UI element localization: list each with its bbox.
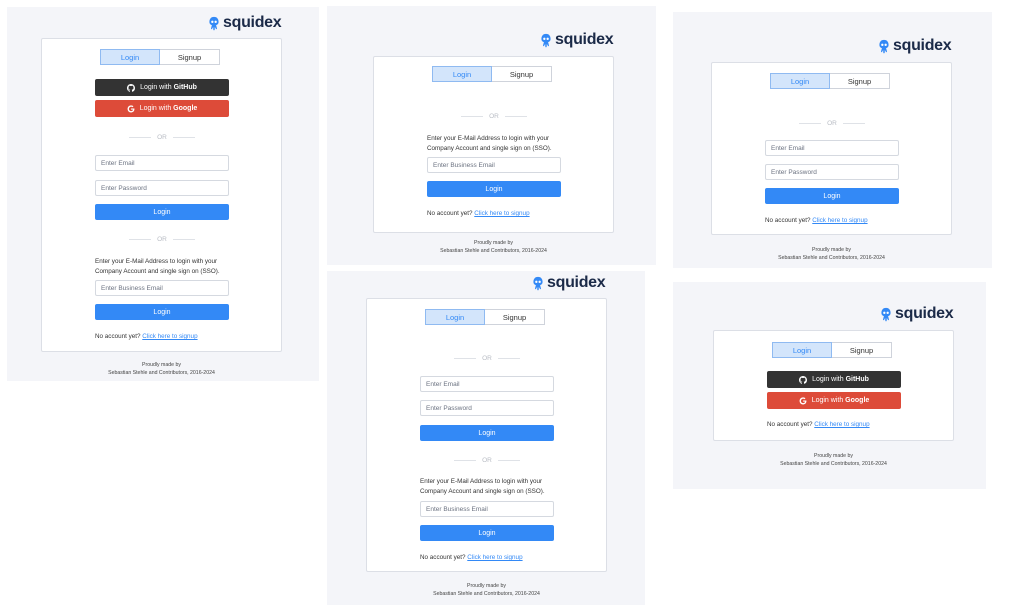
auth-tabs: Login Signup	[770, 73, 890, 89]
business-email-input[interactable]: Enter Business Email	[95, 280, 229, 296]
auth-tabs: Login Signup	[425, 309, 545, 325]
google-login-button[interactable]: Login with Google	[95, 100, 229, 117]
squid-logo-icon	[208, 16, 220, 31]
sso-login-button[interactable]: Login	[95, 304, 229, 320]
signup-link[interactable]: Click here to signup	[812, 217, 867, 224]
panel-full-login: squidex Login Signup Login with GitHub L…	[7, 7, 319, 381]
login-card: Login Signup OR Enter Email Enter Passwo…	[366, 298, 607, 572]
tab-signup[interactable]: Signup	[160, 49, 220, 65]
sso-login-button[interactable]: Login	[427, 181, 561, 197]
footer: Proudly made by Sebastian Stehle and Con…	[440, 240, 547, 254]
squid-logo-icon	[540, 33, 552, 48]
tab-signup[interactable]: Signup	[832, 342, 892, 358]
signup-link[interactable]: Click here to signup	[814, 421, 869, 428]
email-input[interactable]: Enter Email	[420, 376, 554, 392]
signup-prompt: No account yet? Click here to signup	[95, 333, 198, 340]
login-button[interactable]: Login	[765, 188, 899, 204]
squidex-logo: squidex	[878, 37, 952, 54]
footer: Proudly made by Sebastian Stehle and Con…	[433, 583, 540, 597]
tab-login[interactable]: Login	[770, 73, 830, 89]
or-divider: OR	[95, 133, 229, 141]
logo-text: squidex	[893, 37, 952, 54]
logo-text: squidex	[555, 31, 614, 48]
tab-login[interactable]: Login	[100, 49, 160, 65]
email-input[interactable]: Enter Email	[95, 155, 229, 171]
panel-password-sso-login: squidex Login Signup OR Enter Email Ente…	[327, 271, 645, 605]
or-divider: OR	[420, 456, 554, 464]
footer: Proudly made by Sebastian Stehle and Con…	[778, 247, 885, 261]
login-card: Login Signup Login with GitHub Login wit…	[713, 330, 954, 441]
footer: Proudly made by Sebastian Stehle and Con…	[780, 453, 887, 467]
panel-sso-login: squidex Login Signup OR Enter your E-Mai…	[327, 6, 656, 265]
sso-instructions: Enter your E-Mail Address to login with …	[420, 478, 545, 495]
password-input[interactable]: Enter Password	[420, 400, 554, 416]
squidex-logo: squidex	[208, 14, 282, 31]
or-divider: OR	[427, 112, 561, 120]
squid-logo-icon	[878, 39, 890, 54]
logo-text: squidex	[547, 274, 606, 291]
signup-link[interactable]: Click here to signup	[474, 210, 529, 217]
squid-logo-icon	[880, 307, 892, 322]
github-icon	[127, 84, 135, 92]
password-input[interactable]: Enter Password	[765, 164, 899, 180]
tab-signup[interactable]: Signup	[492, 66, 552, 82]
google-icon	[799, 397, 807, 405]
tab-login[interactable]: Login	[432, 66, 492, 82]
sso-login-button[interactable]: Login	[420, 525, 554, 541]
github-icon	[799, 376, 807, 384]
signup-prompt: No account yet? Click here to signup	[765, 217, 868, 224]
signup-prompt: No account yet? Click here to signup	[767, 421, 870, 428]
signup-prompt: No account yet? Click here to signup	[427, 210, 530, 217]
tab-signup[interactable]: Signup	[485, 309, 545, 325]
login-button[interactable]: Login	[95, 204, 229, 220]
google-icon	[127, 105, 135, 113]
login-card: Login Signup Login with GitHub Login wit…	[41, 38, 282, 352]
password-input[interactable]: Enter Password	[95, 180, 229, 196]
auth-tabs: Login Signup	[100, 49, 220, 65]
signup-link[interactable]: Click here to signup	[467, 554, 522, 561]
logo-text: squidex	[223, 14, 282, 31]
logo-text: squidex	[895, 305, 954, 322]
auth-tabs: Login Signup	[432, 66, 552, 82]
footer: Proudly made by Sebastian Stehle and Con…	[108, 362, 215, 376]
squidex-logo: squidex	[880, 305, 954, 322]
or-divider: OR	[765, 119, 899, 127]
auth-tabs: Login Signup	[772, 342, 892, 358]
login-card: Login Signup OR Enter Email Enter Passwo…	[711, 62, 952, 235]
signup-prompt: No account yet? Click here to signup	[420, 554, 523, 561]
squidex-logo: squidex	[540, 31, 614, 48]
sso-instructions: Enter your E-Mail Address to login with …	[427, 135, 552, 152]
tab-login[interactable]: Login	[425, 309, 485, 325]
github-login-button[interactable]: Login with GitHub	[767, 371, 901, 388]
panel-social-login: squidex Login Signup Login with GitHub L…	[673, 282, 986, 489]
squid-logo-icon	[532, 276, 544, 291]
squidex-logo: squidex	[532, 274, 606, 291]
business-email-input[interactable]: Enter Business Email	[427, 157, 561, 173]
tab-signup[interactable]: Signup	[830, 73, 890, 89]
login-button[interactable]: Login	[420, 425, 554, 441]
or-divider: OR	[95, 235, 229, 243]
github-login-button[interactable]: Login with GitHub	[95, 79, 229, 96]
business-email-input[interactable]: Enter Business Email	[420, 501, 554, 517]
google-login-button[interactable]: Login with Google	[767, 392, 901, 409]
panel-password-login: squidex Login Signup OR Enter Email Ente…	[673, 12, 992, 268]
email-input[interactable]: Enter Email	[765, 140, 899, 156]
or-divider: OR	[420, 354, 554, 362]
tab-login[interactable]: Login	[772, 342, 832, 358]
sso-instructions: Enter your E-Mail Address to login with …	[95, 258, 220, 275]
login-card: Login Signup OR Enter your E-Mail Addres…	[373, 56, 614, 233]
signup-link[interactable]: Click here to signup	[142, 333, 197, 340]
